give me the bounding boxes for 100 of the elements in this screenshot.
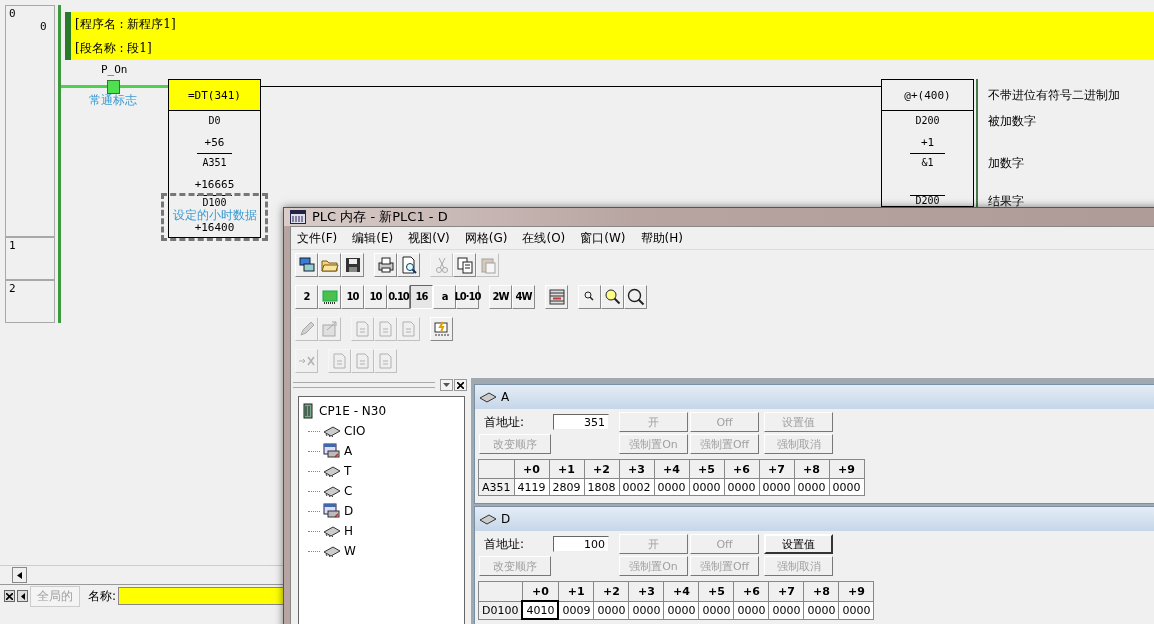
toolbar-button[interactable] xyxy=(374,252,397,277)
scroll-left-button[interactable] xyxy=(12,567,27,583)
column-header: +5 xyxy=(689,459,725,479)
tree-item[interactable]: H xyxy=(344,524,354,538)
start-address-field[interactable]: 351 xyxy=(553,414,609,430)
table-cell[interactable]: 4119 xyxy=(514,478,550,496)
tree-item[interactable]: D xyxy=(344,504,354,518)
close-icon xyxy=(457,381,464,389)
instruction-block[interactable]: =DT(341) D0 +56 A351 +16665 D100 设定的小时数据 +16400 xyxy=(168,79,261,238)
tree-item[interactable]: T xyxy=(344,464,352,478)
contact-comment: 常通标志 xyxy=(89,92,137,109)
menu-item[interactable]: 编辑(E) xyxy=(352,229,394,247)
table-cell[interactable]: 0002 xyxy=(619,478,655,496)
toolbar-button[interactable] xyxy=(295,252,318,277)
action-button[interactable]: 设置值 xyxy=(764,534,833,554)
operand-address: A351 xyxy=(202,157,227,169)
format-button[interactable]: a xyxy=(433,284,456,309)
rung-comment-text: [段名称 : 段1] xyxy=(75,39,153,57)
scroll-left-button[interactable] xyxy=(17,590,28,602)
format-button[interactable]: 10 xyxy=(341,284,364,309)
operand-address: D100 xyxy=(202,197,227,209)
table-cell[interactable]: 0000 xyxy=(759,478,795,496)
arrow-icon xyxy=(320,319,339,338)
search-icon xyxy=(626,287,645,306)
operand-comment: 加数字 xyxy=(988,156,1024,170)
table-cell[interactable]: 0000 xyxy=(768,601,804,619)
table-cell[interactable]: 0000 xyxy=(838,601,874,619)
windows-icon xyxy=(297,255,316,274)
page-icon xyxy=(399,319,418,338)
operand-comment: 设定的小时数据 xyxy=(172,209,257,222)
table-cell[interactable]: 0000 xyxy=(829,478,865,496)
table-cell[interactable]: 1808 xyxy=(584,478,620,496)
column-header: +6 xyxy=(724,459,760,479)
tree-item[interactable]: C xyxy=(344,484,353,498)
name-field[interactable] xyxy=(118,587,286,605)
column-header: +2 xyxy=(593,581,629,601)
search-icon xyxy=(603,287,622,306)
table-cell[interactable]: 0000 xyxy=(628,601,664,619)
column-header: +2 xyxy=(584,459,620,479)
format-button[interactable]: 0.10 xyxy=(387,284,410,309)
table-cell[interactable]: 0000 xyxy=(689,478,725,496)
format-button[interactable]: 2W xyxy=(489,284,512,309)
column-header: +7 xyxy=(759,459,795,479)
rung-number: 2 xyxy=(9,282,16,295)
column-header: +8 xyxy=(794,459,830,479)
table-cell[interactable]: 0009 xyxy=(558,601,594,619)
format-button[interactable]: L0·10 xyxy=(456,284,479,309)
table-cell[interactable]: 0000 xyxy=(654,478,690,496)
rung-number: 0 xyxy=(9,7,16,20)
instruction-comment: 不带进位有符号二进制加 xyxy=(988,88,1120,102)
start-address-field[interactable]: 100 xyxy=(553,536,609,552)
page-icon xyxy=(376,319,395,338)
format-button[interactable]: 16 xyxy=(410,284,433,309)
pen-icon xyxy=(297,319,316,338)
tree-item[interactable]: A xyxy=(344,444,353,458)
column-header: +3 xyxy=(628,581,664,601)
format-button[interactable]: 2 xyxy=(295,284,318,309)
menu-item[interactable]: 帮助(H) xyxy=(640,229,683,247)
tree-item[interactable]: CIO xyxy=(344,424,366,438)
format-button[interactable]: 4W xyxy=(512,284,535,309)
close-button[interactable] xyxy=(4,590,15,602)
table-cell[interactable]: 0000 xyxy=(733,601,769,619)
table-cell[interactable]: 0000 xyxy=(803,601,839,619)
menu-item[interactable]: 视图(V) xyxy=(408,229,450,247)
table-cell[interactable]: 0000 xyxy=(698,601,734,619)
format-button[interactable]: 10 xyxy=(364,284,387,309)
toolbar-button[interactable] xyxy=(397,252,420,277)
table-cell[interactable]: 0000 xyxy=(593,601,629,619)
toolbar-button[interactable] xyxy=(545,284,568,309)
table-cell[interactable]: 0000 xyxy=(794,478,830,496)
close-button[interactable] xyxy=(454,379,467,391)
step-number: 0 xyxy=(40,20,47,33)
table-cell[interactable]: 0000 xyxy=(724,478,760,496)
toolbar-button[interactable] xyxy=(341,252,364,277)
column-header: +4 xyxy=(654,459,690,479)
column-header: +0 xyxy=(522,581,559,601)
menu-item[interactable]: 在线(O) xyxy=(522,229,566,247)
tree-item[interactable]: W xyxy=(344,544,356,558)
menu-item[interactable]: 窗口(W) xyxy=(580,229,626,247)
column-header: +9 xyxy=(838,581,874,601)
print-preview-icon xyxy=(399,255,418,274)
contact-symbol[interactable] xyxy=(107,80,120,94)
start-address-label: 首地址: xyxy=(483,413,526,431)
rung-comment-text: [程序名 : 新程序1] xyxy=(75,15,177,33)
page-icon xyxy=(353,351,372,370)
toolbar-button[interactable] xyxy=(624,284,647,309)
toolbar-button[interactable] xyxy=(601,284,624,309)
dropdown-button[interactable] xyxy=(440,379,453,391)
menu-item[interactable]: 文件(F) xyxy=(297,229,338,247)
tree-item[interactable]: CP1E - N30 xyxy=(319,404,387,418)
table-cell[interactable]: 2809 xyxy=(549,478,585,496)
instruction-block[interactable]: @+(400) D200 +1 &1 D200 xyxy=(881,79,974,207)
menu-item[interactable]: 网格(G) xyxy=(464,229,508,247)
chip-icon xyxy=(320,287,339,306)
table-cell[interactable]: 4010 xyxy=(522,601,559,619)
operand-address: D0 xyxy=(208,115,221,127)
operand-comment: 被加数字 xyxy=(988,114,1036,128)
table-cell[interactable]: 0000 xyxy=(663,601,699,619)
column-header: +1 xyxy=(549,459,585,479)
printer-icon xyxy=(376,255,395,274)
